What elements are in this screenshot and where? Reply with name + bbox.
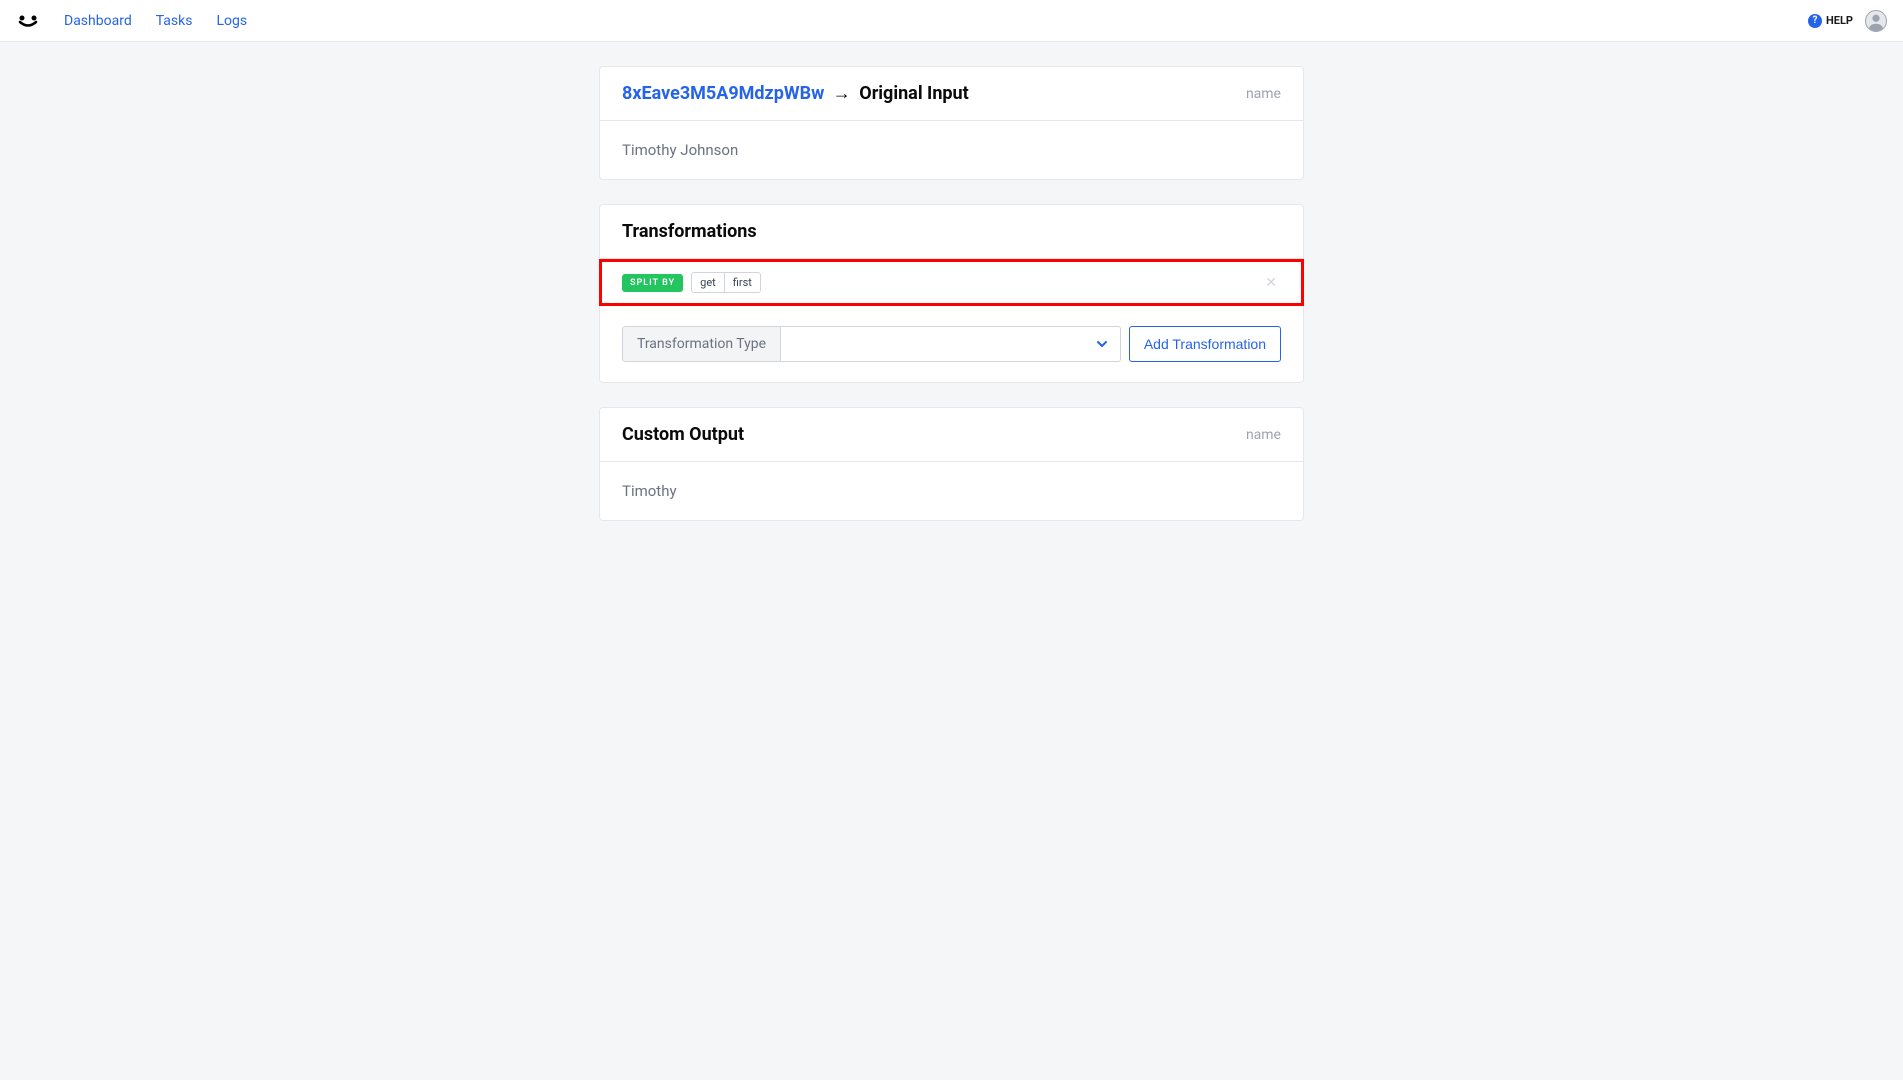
breadcrumb: 8xEave3M5A9MdzpWBw → Original Input — [622, 83, 969, 104]
transformations-header: Transformations — [600, 205, 1303, 259]
nav-tasks[interactable]: Tasks — [156, 13, 193, 29]
pill-first: first — [724, 273, 760, 292]
topbar-right: ? HELP — [1808, 10, 1887, 32]
transformation-type-label: Transformation Type — [623, 327, 781, 361]
logo-icon[interactable] — [16, 9, 40, 33]
transformations-body: SPLIT BY get first ✕ Transformation Type — [600, 259, 1303, 382]
transformation-row[interactable]: SPLIT BY get first ✕ — [599, 259, 1304, 306]
transformation-type-body[interactable] — [781, 327, 1120, 361]
help-label: HELP — [1826, 14, 1853, 27]
remove-transformation-icon[interactable]: ✕ — [1261, 275, 1281, 291]
help-button[interactable]: ? HELP — [1808, 14, 1853, 28]
transformation-row-inner: SPLIT BY get first — [622, 272, 761, 293]
split-by-badge: SPLIT BY — [622, 274, 683, 292]
transformations-title: Transformations — [622, 221, 757, 242]
pill-get: get — [692, 273, 724, 292]
transformations-card: Transformations SPLIT BY get first ✕ Tra… — [599, 204, 1304, 383]
original-input-card: 8xEave3M5A9MdzpWBw → Original Input name… — [599, 66, 1304, 180]
breadcrumb-tail: Original Input — [859, 83, 968, 104]
custom-output-title: Custom Output — [622, 424, 744, 445]
output-meta-label: name — [1246, 427, 1281, 443]
main-content: 8xEave3M5A9MdzpWBw → Original Input name… — [0, 42, 1903, 545]
help-icon: ? — [1808, 14, 1822, 28]
custom-output-card: Custom Output name Timothy — [599, 407, 1304, 521]
input-meta-label: name — [1246, 86, 1281, 102]
transformation-type-select[interactable]: Transformation Type — [622, 326, 1121, 362]
topbar-left: Dashboard Tasks Logs — [16, 9, 247, 33]
custom-output-header: Custom Output name — [600, 408, 1303, 462]
avatar[interactable] — [1865, 10, 1887, 32]
pill-group: get first — [691, 272, 761, 293]
nav-logs[interactable]: Logs — [216, 13, 247, 29]
original-input-header: 8xEave3M5A9MdzpWBw → Original Input name — [600, 67, 1303, 121]
arrow-right-icon: → — [833, 83, 851, 104]
add-transformation-button[interactable]: Add Transformation — [1129, 326, 1281, 362]
topbar: Dashboard Tasks Logs ? HELP — [0, 0, 1903, 42]
chevron-down-icon — [1096, 335, 1108, 354]
add-transformation-row: Transformation Type Add Transformation — [600, 306, 1303, 382]
original-input-value: Timothy Johnson — [600, 121, 1303, 179]
custom-output-value: Timothy — [600, 462, 1303, 520]
breadcrumb-id-link[interactable]: 8xEave3M5A9MdzpWBw — [622, 83, 824, 104]
nav-dashboard[interactable]: Dashboard — [64, 13, 132, 29]
